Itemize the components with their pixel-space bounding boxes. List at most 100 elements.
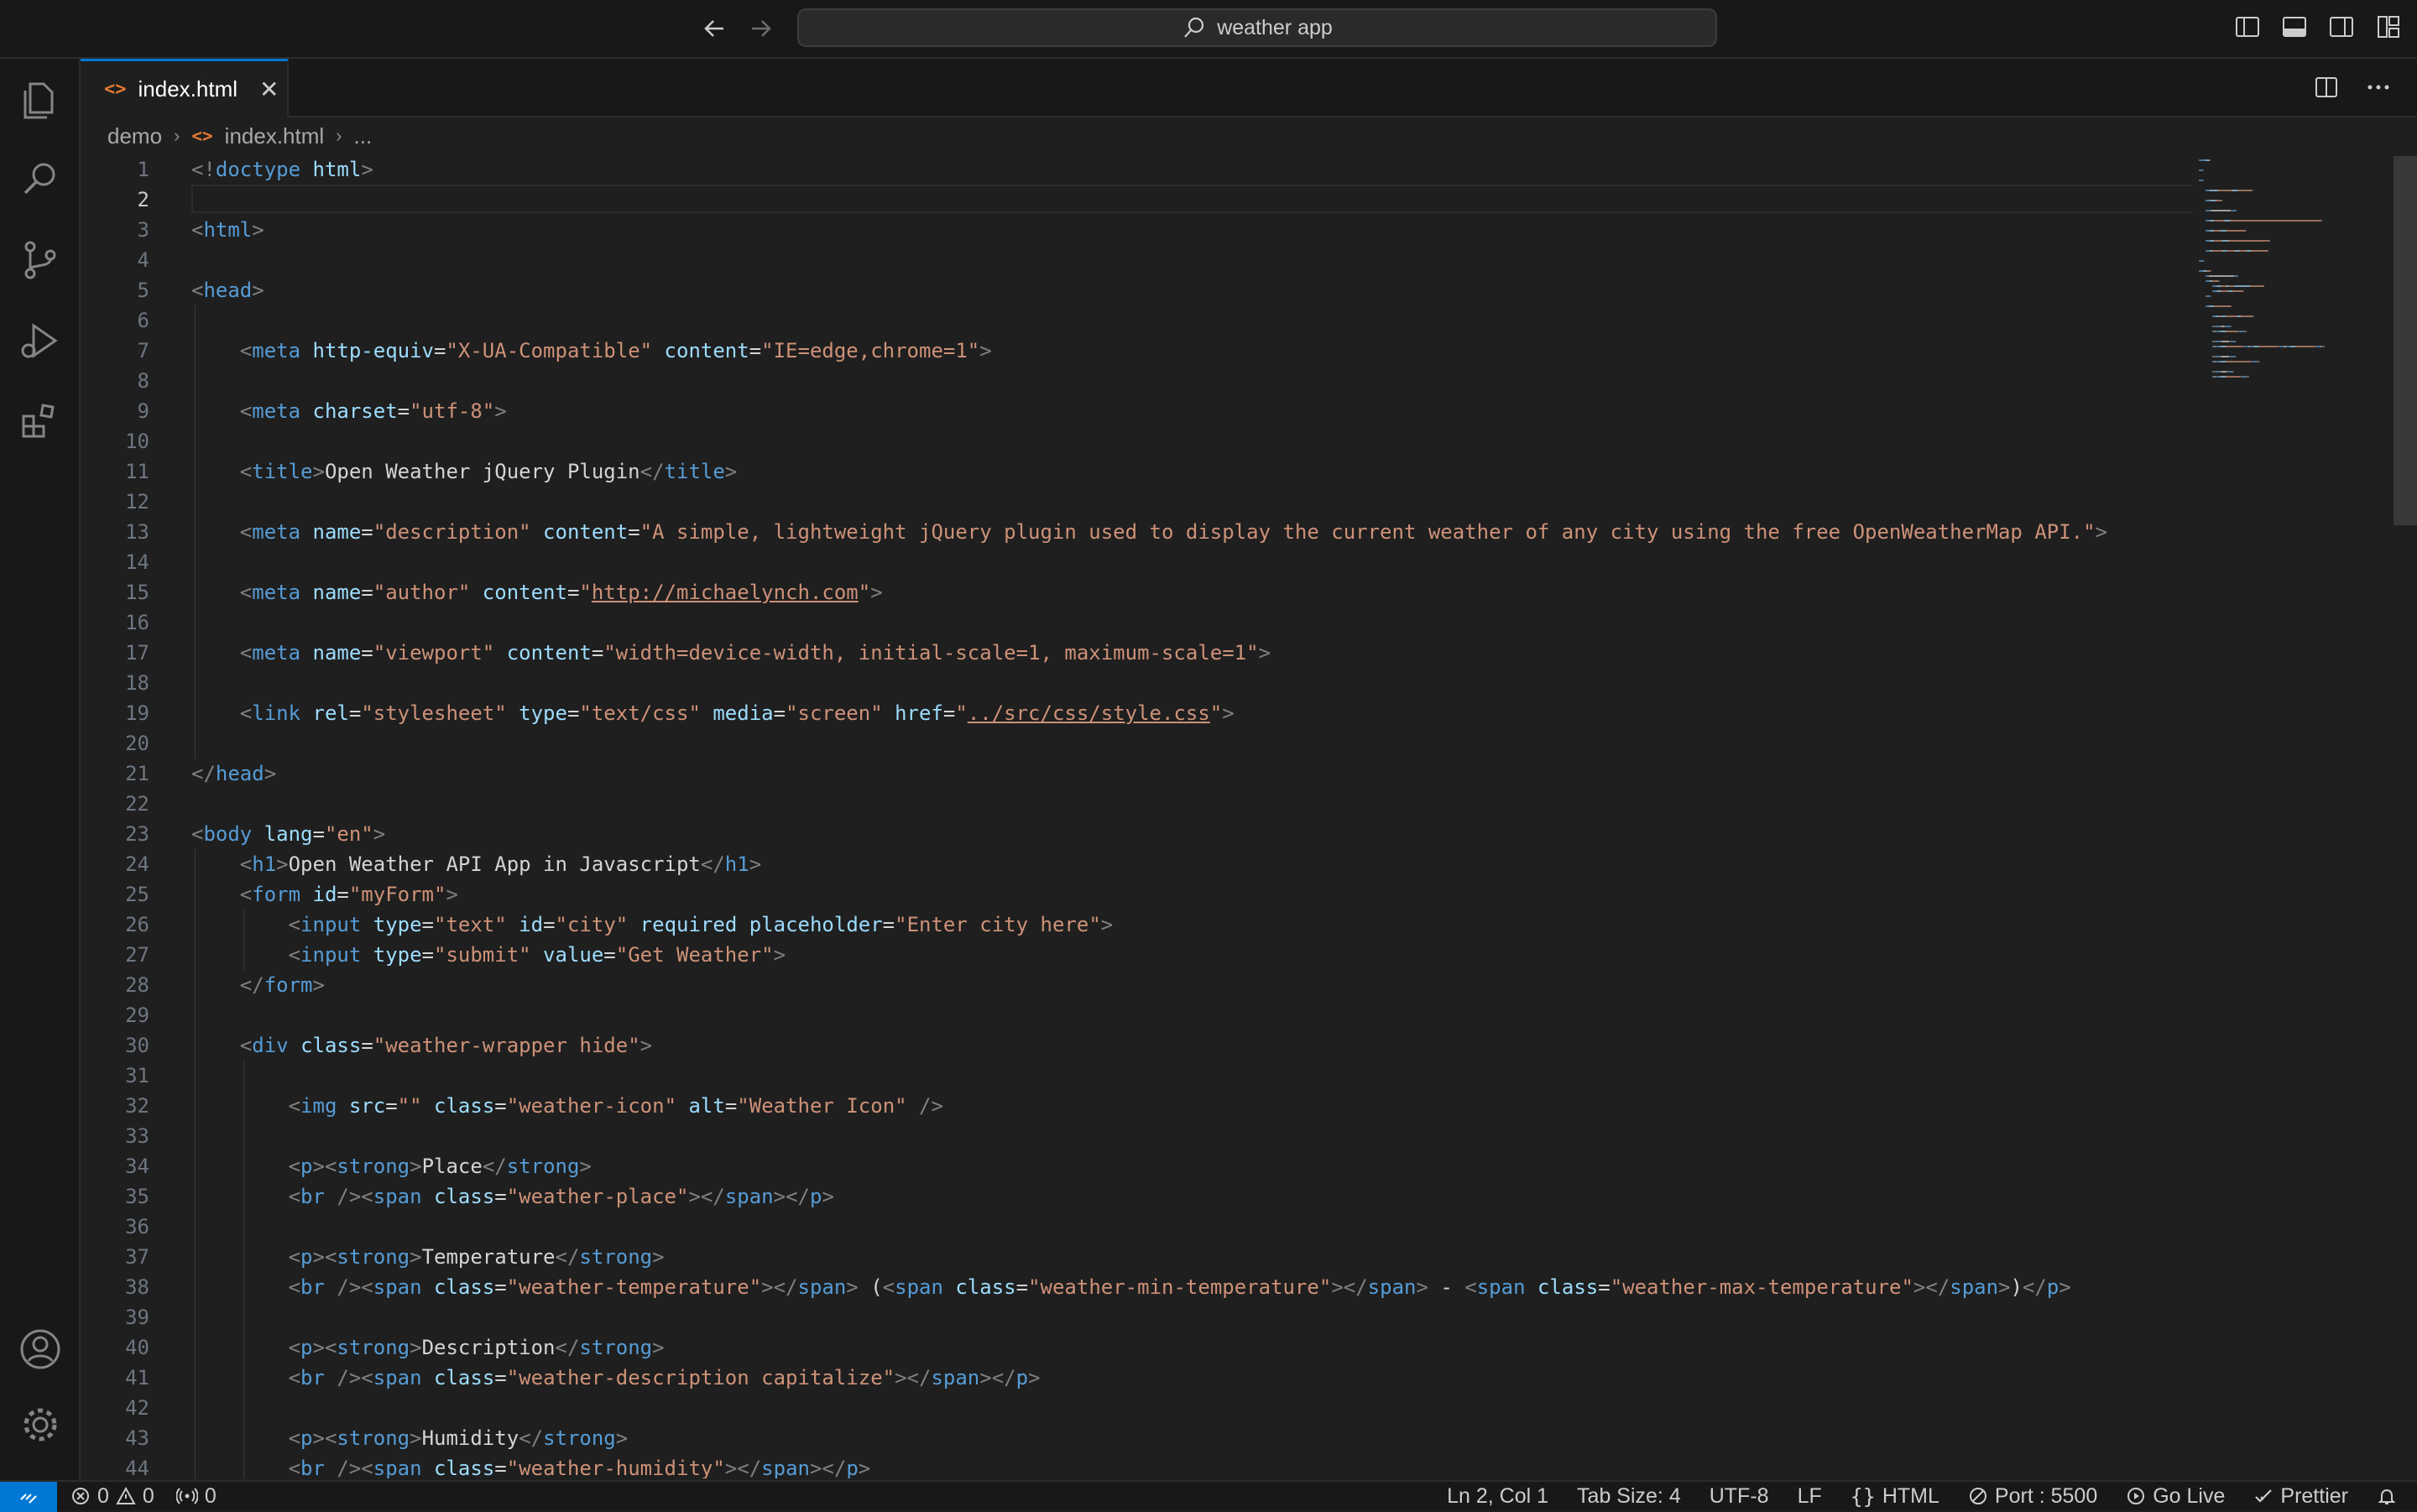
code-line[interactable]: 38 <br /><span class="weather-temperature… (81, 1272, 2192, 1302)
minimap-mark (2214, 220, 2224, 222)
close-icon[interactable]: ✕ (259, 76, 279, 103)
code-line[interactable]: 21 </head> (81, 759, 2192, 789)
code-line[interactable]: 8 (81, 366, 2192, 396)
search-view-icon[interactable] (17, 156, 64, 203)
explorer-icon[interactable] (17, 76, 64, 123)
code-line[interactable]: 25 <form id="myForm"> (81, 879, 2192, 910)
line-number: 44 (125, 1457, 149, 1478)
run-debug-icon[interactable] (17, 317, 64, 364)
line-number: 11 (125, 460, 149, 483)
code-line[interactable]: 39 (81, 1302, 2192, 1332)
code-line[interactable]: 29 (81, 1000, 2192, 1030)
code-line[interactable]: 33 (81, 1121, 2192, 1151)
minimap-mark (2250, 250, 2251, 252)
customize-layout-icon[interactable] (2375, 13, 2402, 40)
forward-arrow-icon[interactable] (744, 12, 777, 45)
breadcrumb-more[interactable]: ... (354, 123, 373, 149)
code-line[interactable]: 28 </form> (81, 970, 2192, 1000)
code-line[interactable]: 35 <br /><span class="weather-place"></sp… (81, 1181, 2192, 1212)
prettier-status[interactable]: Prettier (2253, 1484, 2348, 1509)
minimap-mark (2221, 285, 2226, 287)
code-line[interactable]: 42 (81, 1393, 2192, 1423)
minimap-mark (2210, 250, 2213, 252)
bell-icon[interactable] (2377, 1486, 2397, 1506)
toggle-primary-sidebar-icon[interactable] (2234, 13, 2261, 40)
language-mode[interactable]: {} HTML (1851, 1484, 1939, 1509)
code-line[interactable]: 2 (81, 185, 2192, 215)
code-line[interactable]: 5 <head> (81, 275, 2192, 305)
breadcrumb-file[interactable]: index.html (225, 123, 325, 149)
command-center-search[interactable]: weather app (797, 8, 1717, 47)
code-line[interactable]: 10 (81, 426, 2192, 456)
code-line[interactable]: 4 (81, 245, 2192, 275)
toggle-panel-icon[interactable] (2281, 13, 2308, 40)
code-line[interactable]: 13 <meta name="description" content="A si… (81, 517, 2192, 547)
code-line[interactable]: 17 <meta name="viewport" content="width=d… (81, 638, 2192, 668)
minimap[interactable] (2195, 153, 2397, 555)
code-line[interactable]: 7 <meta http-equiv="X-UA-Compatible" cont… (81, 336, 2192, 366)
code-line[interactable]: 14 (81, 547, 2192, 577)
code-line[interactable]: 23 <body lang="en"> (81, 819, 2192, 849)
chevron-right-icon: › (174, 125, 180, 146)
code-line[interactable]: 1 <!doctype html> (81, 154, 2192, 185)
code-line[interactable]: 27 <input type="submit" value="Get Weathe… (81, 940, 2192, 970)
live-server-port[interactable]: Port : 5500 (1968, 1484, 2097, 1509)
manage-gear-icon[interactable] (17, 1401, 64, 1448)
code-line[interactable]: 16 (81, 607, 2192, 638)
code-line[interactable]: 31 (81, 1061, 2192, 1091)
code-line[interactable]: 19 <link rel="stylesheet" type="text/css"… (81, 698, 2192, 728)
more-actions-icon[interactable] (2365, 74, 2392, 101)
minimap-mark (2217, 285, 2221, 287)
code-line[interactable]: 11 <title>Open Weather jQuery Plugin</tit… (81, 456, 2192, 487)
code-line[interactable]: 15 <meta name="author" content="http://mi… (81, 577, 2192, 607)
accounts-icon[interactable] (17, 1326, 64, 1373)
problems-status[interactable]: 0 0 (70, 1484, 154, 1509)
code-editor[interactable]: 1 <!doctype html> 2 3 <html> 4 5 <head> 6 7 <meta … (81, 153, 2192, 1478)
minimap-mark (2227, 290, 2229, 292)
code-line[interactable]: 12 (81, 487, 2192, 517)
line-code: <meta http-equiv="X-UA-Compatible" conte… (239, 339, 992, 362)
source-control-icon[interactable] (17, 237, 64, 284)
toggle-secondary-sidebar-icon[interactable] (2328, 13, 2355, 40)
tab-index-html[interactable]: <> index.html ✕ (81, 59, 289, 117)
code-line[interactable]: 36 (81, 1212, 2192, 1242)
minimap-mark (2244, 230, 2246, 232)
code-line[interactable]: 30 <div class="weather-wrapper hide"> (81, 1030, 2192, 1061)
breadcrumb-folder[interactable]: demo (107, 123, 162, 149)
line-code: <input type="text" id="city" required pl… (288, 913, 1114, 936)
code-line[interactable]: 41 <br /><span class="weather-description… (81, 1363, 2192, 1393)
end-of-line[interactable]: LF (1798, 1484, 1822, 1509)
ports-status[interactable]: 0 (175, 1484, 217, 1509)
code-line[interactable]: 37 <p><strong>Temperature</strong> (81, 1242, 2192, 1272)
code-line[interactable]: 20 (81, 728, 2192, 759)
minimap-mark (2237, 190, 2239, 191)
code-line[interactable]: 22 (81, 789, 2192, 819)
code-line[interactable]: 44 <br /><span class="weather-humidity"><… (81, 1453, 2192, 1478)
code-line[interactable]: 43 <p><strong>Humidity</strong> (81, 1423, 2192, 1453)
code-line[interactable]: 9 <meta charset="utf-8"> (81, 396, 2192, 426)
remote-icon[interactable] (0, 1482, 57, 1512)
code-line[interactable]: 24 <h1>Open Weather API App in Javascript… (81, 849, 2192, 879)
port-label: Port : 5500 (1994, 1483, 2098, 1508)
back-arrow-icon[interactable] (698, 12, 732, 45)
code-line[interactable]: 40 <p><strong>Description</strong> (81, 1332, 2192, 1363)
code-line[interactable]: 26 <input type="text" id="city" required … (81, 910, 2192, 940)
minimap-mark (2316, 346, 2320, 347)
code-line[interactable]: 6 (81, 305, 2192, 336)
cursor-position[interactable]: Ln 2, Col 1 (1447, 1484, 1548, 1509)
minimap-mark (2214, 305, 2231, 307)
go-live-button[interactable]: Go Live (2126, 1484, 2225, 1509)
code-line[interactable]: 3 <html> (81, 215, 2192, 245)
split-editor-icon[interactable] (2313, 74, 2340, 101)
file-encoding[interactable]: UTF-8 (1710, 1484, 1769, 1509)
minimap-mark (2213, 341, 2214, 342)
tab-size[interactable]: Tab Size: 4 (1577, 1484, 1681, 1509)
code-line[interactable]: 32 <img src="" class="weather-icon" alt="… (81, 1091, 2192, 1121)
minimap-mark (2213, 285, 2217, 287)
extensions-icon[interactable] (17, 398, 64, 445)
code-line[interactable]: 18 (81, 668, 2192, 698)
editor-scrollbar[interactable] (2394, 156, 2417, 525)
code-line[interactable]: 34 <p><strong>Place</strong> (81, 1151, 2192, 1181)
line-code: <title>Open Weather jQuery Plugin</title… (239, 460, 738, 483)
line-code: <!doctype html> (191, 158, 373, 181)
